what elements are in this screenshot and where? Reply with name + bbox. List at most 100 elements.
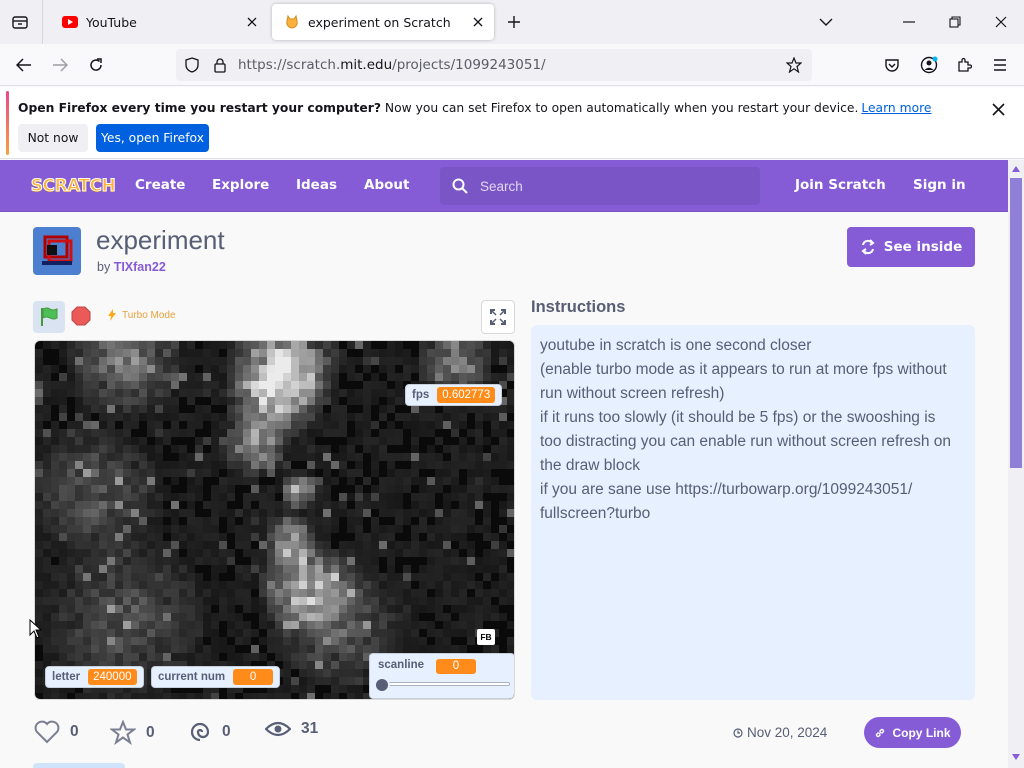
frame-pixel xyxy=(347,517,355,525)
tracking-shield-icon[interactable] xyxy=(184,57,200,73)
scroll-up-arrow-icon[interactable] xyxy=(1012,166,1020,172)
frame-pixel xyxy=(43,461,51,469)
tab-scratch[interactable]: experiment on Scratch xyxy=(272,4,494,40)
new-tab-icon[interactable] xyxy=(502,10,526,34)
frame-pixel xyxy=(347,581,355,589)
frame-pixel xyxy=(355,397,363,405)
pocket-icon[interactable] xyxy=(878,51,906,79)
frame-pixel xyxy=(91,573,99,581)
author-link[interactable]: TIXfan22 xyxy=(114,260,166,274)
frame-pixel xyxy=(35,517,43,525)
restore-icon[interactable] xyxy=(941,8,969,36)
extensions-icon[interactable] xyxy=(950,51,978,79)
frame-pixel xyxy=(75,413,83,421)
frame-pixel xyxy=(211,629,219,637)
frame-pixel xyxy=(267,349,275,357)
frame-pixel xyxy=(507,581,514,589)
fullscreen-button[interactable] xyxy=(481,300,515,334)
frame-pixel xyxy=(395,597,403,605)
frame-pixel xyxy=(331,381,339,389)
nav-about-link[interactable]: About xyxy=(364,177,409,193)
minimize-icon[interactable] xyxy=(895,8,923,36)
frame-pixel xyxy=(355,653,363,661)
url-bar[interactable]: https://scratch.mit.edu/projects/1099243… xyxy=(176,49,812,81)
frame-pixel xyxy=(403,581,411,589)
url-text[interactable]: https://scratch.mit.edu/projects/1099243… xyxy=(238,57,546,73)
frame-pixel xyxy=(91,485,99,493)
scanline-slider-monitor[interactable]: scanline 0 xyxy=(369,653,514,699)
frame-pixel xyxy=(387,541,395,549)
current-num-monitor[interactable]: current num 0 xyxy=(151,666,281,688)
close-window-icon[interactable] xyxy=(987,8,1015,36)
tab-list-icon[interactable] xyxy=(6,8,34,36)
frame-pixel xyxy=(179,573,187,581)
frame-pixel xyxy=(155,501,163,509)
frame-pixel xyxy=(67,517,75,525)
learn-more-link[interactable]: Learn more xyxy=(861,101,931,115)
green-flag-button[interactable] xyxy=(33,301,65,333)
scrollbar-thumb[interactable] xyxy=(1010,178,1022,468)
frame-pixel xyxy=(275,437,283,445)
frame-pixel xyxy=(139,581,147,589)
fps-monitor[interactable]: fps 0.602773 xyxy=(405,384,503,406)
account-icon[interactable] xyxy=(915,51,943,79)
tab-overflow-chevron-icon[interactable] xyxy=(812,8,840,36)
close-notification-icon[interactable] xyxy=(988,99,1008,119)
project-stage[interactable]: fps 0.602773 FB letter 240000 current nu… xyxy=(34,340,515,700)
frame-pixel xyxy=(35,453,43,461)
frame-pixel xyxy=(235,477,243,485)
frame-pixel xyxy=(267,541,275,549)
tab-youtube[interactable]: YouTube xyxy=(50,4,268,40)
frame-pixel xyxy=(123,525,131,533)
sign-in-link[interactable]: Sign in xyxy=(913,177,966,193)
frame-pixel xyxy=(267,413,275,421)
frame-pixel xyxy=(251,645,259,653)
nav-ideas-link[interactable]: Ideas xyxy=(296,177,337,193)
remix-stat: 0 xyxy=(188,720,231,744)
frame-pixel xyxy=(107,373,115,381)
reload-icon[interactable] xyxy=(82,51,110,79)
letter-monitor[interactable]: letter 240000 xyxy=(45,666,144,688)
close-tab-icon[interactable] xyxy=(244,14,260,30)
frame-pixel xyxy=(451,453,459,461)
frame-pixel xyxy=(171,405,179,413)
frame-pixel xyxy=(155,525,163,533)
scratch-search[interactable] xyxy=(440,167,760,205)
forward-arrow-icon[interactable] xyxy=(46,51,74,79)
love-stat[interactable]: 0 xyxy=(34,720,79,744)
lock-icon[interactable] xyxy=(212,57,228,73)
scratch-logo[interactable]: SCRATCH xyxy=(30,171,116,201)
bookmark-star-icon[interactable] xyxy=(786,57,802,73)
menu-hamburger-icon[interactable] xyxy=(986,51,1014,79)
page-scrollbar[interactable] xyxy=(1008,160,1024,768)
frame-pixel xyxy=(115,509,123,517)
see-inside-button[interactable]: See inside xyxy=(847,227,975,267)
scroll-down-arrow-icon[interactable] xyxy=(1012,754,1020,760)
frame-pixel xyxy=(371,621,379,629)
frame-pixel xyxy=(155,373,163,381)
copy-link-button[interactable]: Copy Link xyxy=(864,717,961,748)
frame-pixel xyxy=(419,517,427,525)
not-now-button[interactable]: Not now xyxy=(18,124,88,152)
scanline-slider-knob[interactable] xyxy=(374,677,390,693)
frame-pixel xyxy=(307,565,315,573)
back-arrow-icon[interactable] xyxy=(10,51,38,79)
favorite-stat[interactable]: 0 xyxy=(110,720,155,745)
frame-pixel xyxy=(259,365,267,373)
frame-pixel xyxy=(219,373,227,381)
yes-open-firefox-button[interactable]: Yes, open Firefox xyxy=(96,124,209,152)
join-scratch-link[interactable]: Join Scratch xyxy=(795,177,886,193)
frame-pixel xyxy=(179,621,187,629)
frame-pixel xyxy=(483,589,491,597)
project-thumbnail[interactable] xyxy=(33,227,81,275)
stop-button[interactable] xyxy=(70,305,92,327)
frame-pixel xyxy=(155,589,163,597)
nav-explore-link[interactable]: Explore xyxy=(212,177,269,193)
close-tab-icon[interactable] xyxy=(470,14,486,30)
scanline-slider-track[interactable] xyxy=(378,682,510,686)
frame-pixel xyxy=(339,453,347,461)
frame-pixel xyxy=(51,389,59,397)
search-input[interactable] xyxy=(480,175,740,197)
nav-create-link[interactable]: Create xyxy=(135,177,185,193)
frame-pixel xyxy=(171,501,179,509)
